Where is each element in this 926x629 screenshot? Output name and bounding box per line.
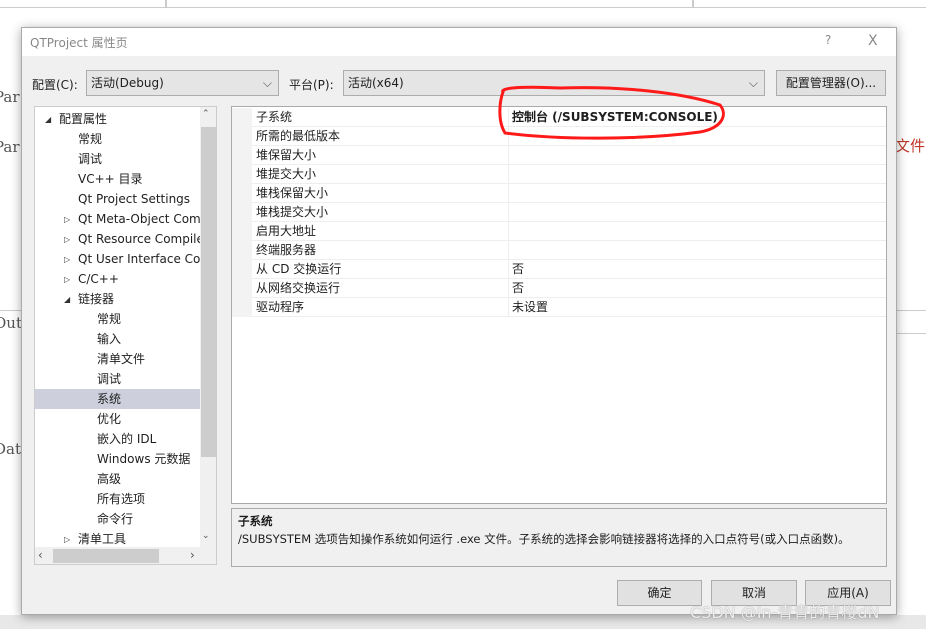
red-annotation-ellipse (498, 85, 725, 140)
watermark: CSDN @In-青青的青楼dN (690, 603, 880, 622)
